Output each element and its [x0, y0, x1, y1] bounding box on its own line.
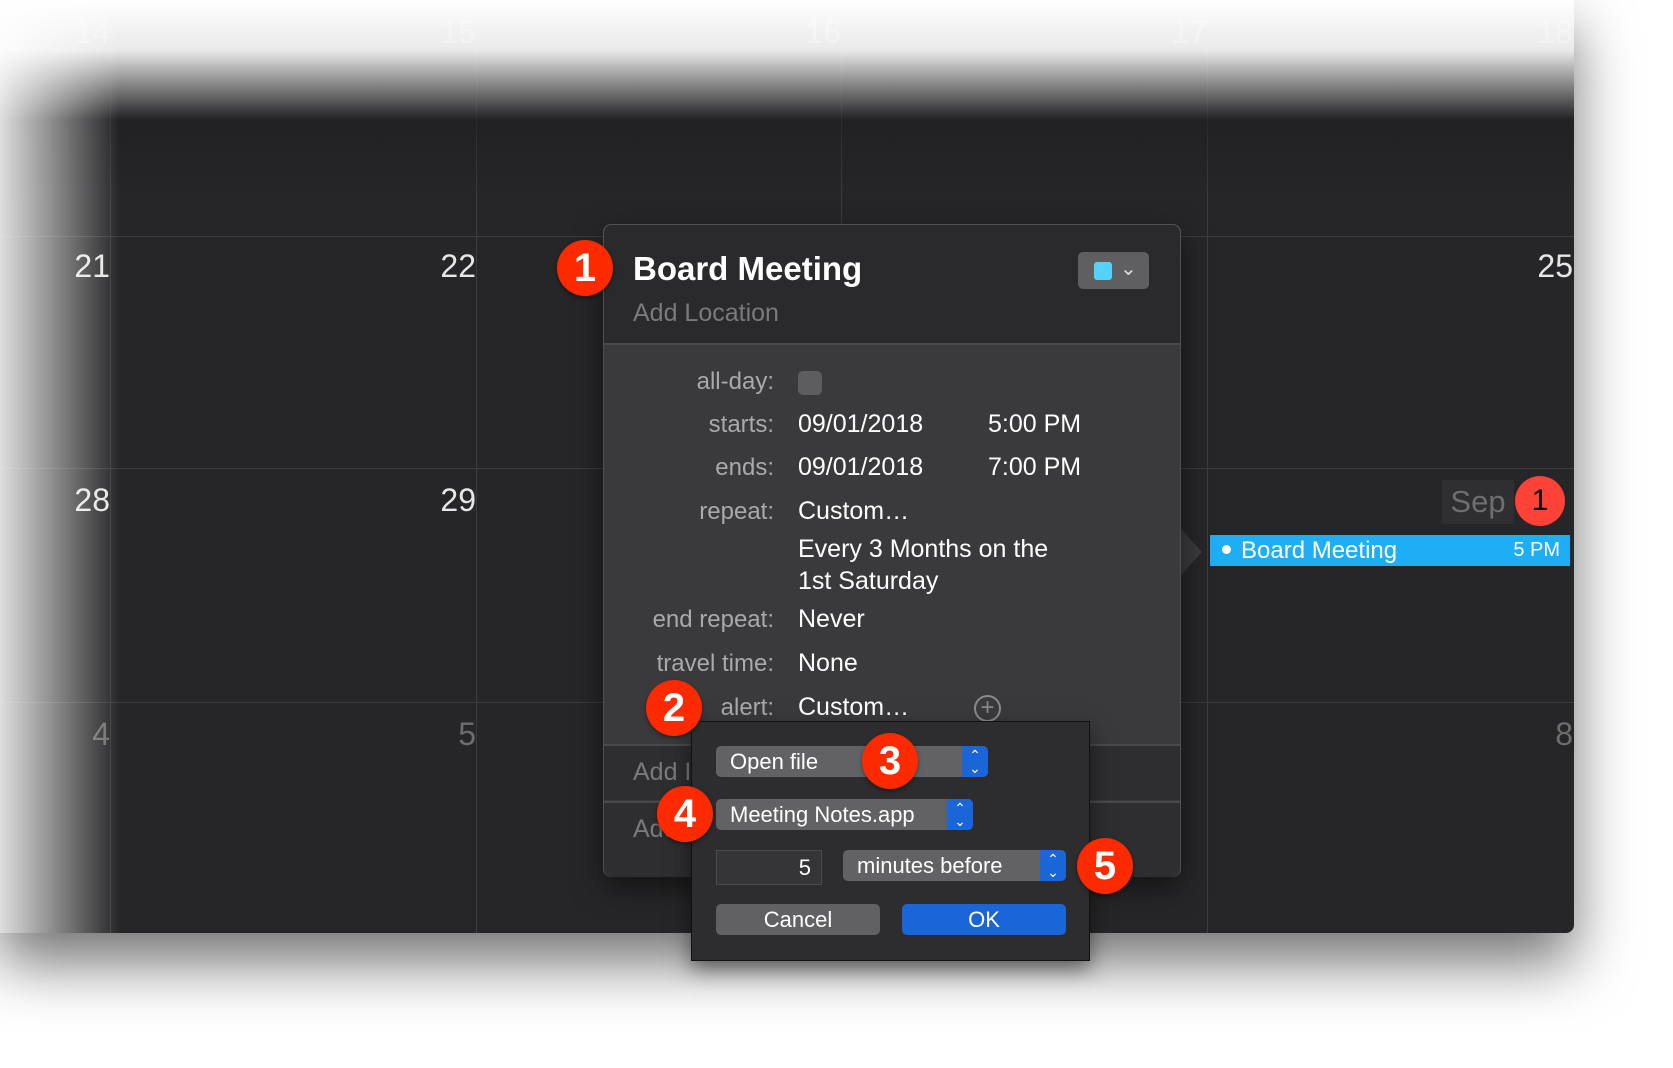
add-alert-plus-icon[interactable]: + — [974, 695, 1001, 722]
alert-unit-select[interactable]: minutes before ⌃ ⌄ — [843, 850, 1066, 881]
up-down-chevron-icon: ⌃ ⌄ — [947, 799, 973, 830]
starts-label: starts: — [708, 411, 774, 438]
grid-line — [110, 0, 111, 933]
travel-time-select[interactable]: None — [798, 649, 858, 678]
day-number: 4 — [92, 716, 110, 752]
event-title-field[interactable]: Board Meeting — [633, 250, 862, 288]
day-number: 18 — [1537, 14, 1573, 50]
day-number: 28 — [74, 482, 110, 518]
event-title: Board Meeting — [1241, 537, 1398, 564]
repeat-description: Every 3 Months on the — [798, 535, 1049, 563]
day-number: 8 — [1555, 716, 1573, 752]
day-number: 5 — [458, 716, 476, 752]
alert-amount-input[interactable]: 5 — [716, 850, 822, 885]
repeat-description: 1st Saturday — [798, 567, 939, 595]
end-repeat-label: end repeat: — [652, 606, 774, 633]
ends-label: ends: — [715, 454, 774, 481]
callout-badge-5: 5 — [1077, 838, 1133, 894]
popover-header: Board Meeting Add Location ⌄ — [604, 225, 1180, 345]
ends-date[interactable]: 09/01/2018 — [798, 453, 923, 482]
day-number: 21 — [74, 248, 110, 284]
allday-label: all-day: — [696, 368, 774, 395]
alert-unit-value: minutes before — [857, 853, 1003, 878]
add-invitees-label: Add I — [633, 758, 692, 786]
day-number: 29 — [440, 482, 476, 518]
calendar-color-button[interactable]: ⌄ — [1078, 252, 1149, 289]
event-time: 5 PM — [1513, 539, 1560, 561]
starts-date[interactable]: 09/01/2018 — [798, 410, 923, 439]
file-value: Meeting Notes.app — [730, 802, 915, 827]
cancel-button[interactable]: Cancel — [716, 904, 880, 935]
today-day-badge: 1 — [1515, 476, 1565, 526]
ok-button[interactable]: OK — [902, 904, 1066, 935]
alert-select[interactable]: Custom… — [798, 693, 909, 722]
up-down-chevron-icon: ⌃ ⌄ — [1040, 850, 1066, 881]
day-number: 14 — [74, 14, 110, 50]
today-month-label: Sep — [1442, 480, 1514, 524]
ends-time[interactable]: 7:00 PM — [988, 453, 1081, 482]
location-field[interactable]: Add Location — [633, 299, 779, 328]
allday-checkbox[interactable] — [798, 371, 822, 395]
color-swatch-icon — [1094, 262, 1112, 280]
day-number: 25 — [1537, 248, 1573, 284]
callout-badge-1: 1 — [557, 240, 613, 296]
alert-action-select[interactable]: Open file ⌃ ⌄ — [716, 746, 988, 777]
travel-time-label: travel time: — [656, 650, 774, 677]
up-down-chevron-icon: ⌃ ⌄ — [962, 746, 988, 777]
event-dot-icon — [1222, 545, 1231, 555]
left-fade — [0, 0, 120, 933]
day-number: 16 — [805, 14, 841, 50]
day-number: 22 — [440, 248, 476, 284]
day-number: 15 — [440, 14, 476, 50]
callout-badge-2: 2 — [646, 680, 702, 736]
alert-label: alert: — [720, 694, 774, 721]
callout-badge-3: 3 — [862, 733, 918, 789]
day-number: 17 — [1171, 14, 1207, 50]
alert-action-value: Open file — [730, 749, 819, 774]
event-board-meeting[interactable]: Board Meeting 5 PM — [1210, 535, 1570, 566]
callout-badge-4: 4 — [657, 786, 713, 842]
repeat-label: repeat: — [699, 498, 774, 525]
file-select[interactable]: Meeting Notes.app ⌃ ⌄ — [716, 799, 973, 830]
grid-line — [1207, 0, 1208, 933]
starts-time[interactable]: 5:00 PM — [988, 410, 1081, 439]
popover-arrow — [1180, 528, 1202, 576]
end-repeat-select[interactable]: Never — [798, 605, 865, 634]
grid-line — [476, 0, 477, 933]
repeat-select[interactable]: Custom… — [798, 497, 909, 526]
chevron-down-icon: ⌄ — [1120, 258, 1137, 280]
